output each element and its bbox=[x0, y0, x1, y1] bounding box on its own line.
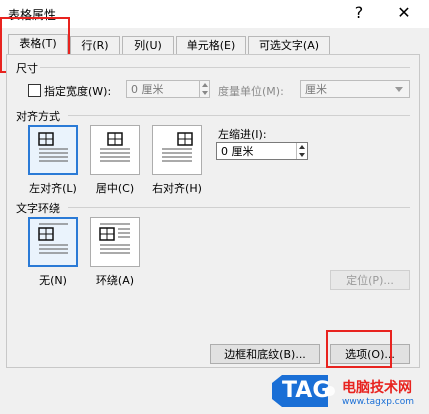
tab-column[interactable]: 列(U) bbox=[122, 36, 174, 55]
indent-value: 0 厘米 bbox=[221, 145, 254, 158]
align-center-icon bbox=[100, 132, 130, 162]
watermark-brand: TAG bbox=[282, 378, 331, 403]
tab-alt-text[interactable]: 可选文字(A) bbox=[248, 36, 330, 55]
align-center-label: 居中(C) bbox=[95, 182, 135, 195]
width-spinner[interactable] bbox=[199, 81, 210, 97]
watermark-text: 电脑技术网 bbox=[342, 380, 412, 396]
alignment-divider bbox=[68, 115, 410, 116]
borders-shading-button[interactable]: 边框和底纹(B)... bbox=[210, 344, 320, 364]
wrap-around-option[interactable] bbox=[90, 217, 140, 267]
highlight-box-options bbox=[326, 330, 392, 368]
wrap-around-label: 环绕(A) bbox=[95, 274, 135, 287]
indent-input[interactable]: 0 厘米 bbox=[216, 142, 308, 160]
close-button[interactable]: ✕ bbox=[390, 2, 418, 24]
align-left-option[interactable] bbox=[28, 125, 78, 175]
align-right-option[interactable] bbox=[152, 125, 202, 175]
unit-value: 厘米 bbox=[305, 83, 327, 96]
specify-width-label: 指定宽度(W): bbox=[44, 85, 112, 98]
tab-panel bbox=[6, 54, 420, 368]
indent-label: 左缩进(I): bbox=[218, 128, 267, 141]
align-center-option[interactable] bbox=[90, 125, 140, 175]
chevron-down-icon bbox=[395, 87, 403, 92]
indent-spinner[interactable] bbox=[296, 143, 307, 159]
size-section-label: 尺寸 bbox=[16, 62, 38, 75]
wrap-around-icon bbox=[99, 223, 130, 254]
help-icon: ? bbox=[354, 3, 364, 22]
width-value: 0 厘米 bbox=[131, 83, 164, 96]
size-divider bbox=[40, 67, 410, 68]
watermark: TAG 电脑技术网 www.tagxp.com bbox=[268, 373, 429, 411]
wrap-none-label: 无(N) bbox=[39, 274, 67, 287]
tab-cell[interactable]: 单元格(E) bbox=[176, 36, 246, 55]
position-button[interactable]: 定位(P)... bbox=[330, 270, 410, 290]
watermark-url: www.tagxp.com bbox=[342, 397, 414, 407]
unit-select[interactable]: 厘米 bbox=[300, 80, 410, 98]
specify-width-checkbox[interactable] bbox=[28, 84, 41, 97]
wrapping-divider bbox=[68, 207, 410, 208]
wrap-none-icon bbox=[38, 223, 68, 254]
align-right-label: 右对齐(H) bbox=[152, 182, 202, 195]
wrapping-section-label: 文字环绕 bbox=[16, 202, 60, 215]
align-left-label: 左对齐(L) bbox=[29, 182, 77, 195]
width-input[interactable]: 0 厘米 bbox=[126, 80, 210, 98]
help-button[interactable]: ? bbox=[345, 2, 373, 24]
wrap-none-option[interactable] bbox=[28, 217, 78, 267]
align-left-icon bbox=[38, 132, 68, 162]
tab-row[interactable]: 行(R) bbox=[70, 36, 120, 55]
align-right-icon bbox=[162, 132, 193, 162]
unit-label: 度量单位(M): bbox=[218, 85, 284, 98]
close-icon: ✕ bbox=[397, 3, 411, 22]
alignment-section-label: 对齐方式 bbox=[16, 110, 60, 123]
